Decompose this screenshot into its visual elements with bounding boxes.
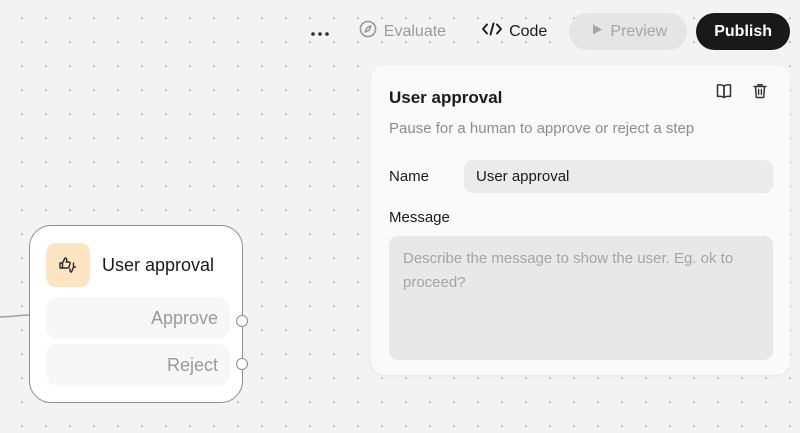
- top-toolbar: Evaluate Code Preview Publish: [305, 13, 790, 50]
- compass-icon: [359, 20, 377, 43]
- node-inspector-panel: User approval Pause for a human to appro: [371, 65, 790, 375]
- code-brackets-icon: [482, 22, 503, 41]
- message-field[interactable]: [389, 236, 773, 360]
- incoming-edge: [0, 314, 30, 318]
- more-horizontal-icon: [310, 23, 329, 41]
- delete-button[interactable]: [750, 83, 770, 103]
- panel-description: Pause for a human to approve or reject a…: [389, 120, 695, 137]
- preview-button[interactable]: Preview: [569, 13, 688, 50]
- trash-icon: [751, 82, 769, 105]
- docs-book-icon: [715, 82, 733, 105]
- branch-reject[interactable]: Reject: [46, 344, 230, 386]
- preview-label: Preview: [610, 22, 668, 40]
- docs-button[interactable]: [714, 83, 734, 103]
- approve-output-port[interactable]: [236, 315, 248, 327]
- panel-title: User approval: [389, 88, 503, 107]
- branch-approve[interactable]: Approve: [46, 297, 230, 339]
- thumbs-up-down-icon: [46, 243, 90, 287]
- reject-output-port[interactable]: [236, 358, 248, 370]
- code-label: Code: [509, 22, 548, 40]
- evaluate-button[interactable]: Evaluate: [349, 13, 456, 50]
- more-options-button[interactable]: [305, 13, 335, 50]
- publish-button[interactable]: Publish: [696, 13, 790, 50]
- user-approval-node[interactable]: User approval Approve Reject: [29, 225, 243, 403]
- code-button[interactable]: Code: [472, 13, 557, 50]
- evaluate-label: Evaluate: [383, 22, 447, 40]
- panel-actions: [714, 83, 770, 103]
- name-field[interactable]: [464, 160, 773, 193]
- message-field-label: Message: [389, 209, 450, 226]
- node-header: User approval: [46, 243, 214, 287]
- name-field-label: Name: [389, 168, 430, 185]
- publish-label: Publish: [714, 22, 772, 40]
- node-title: User approval: [102, 254, 215, 275]
- play-icon: [591, 23, 603, 41]
